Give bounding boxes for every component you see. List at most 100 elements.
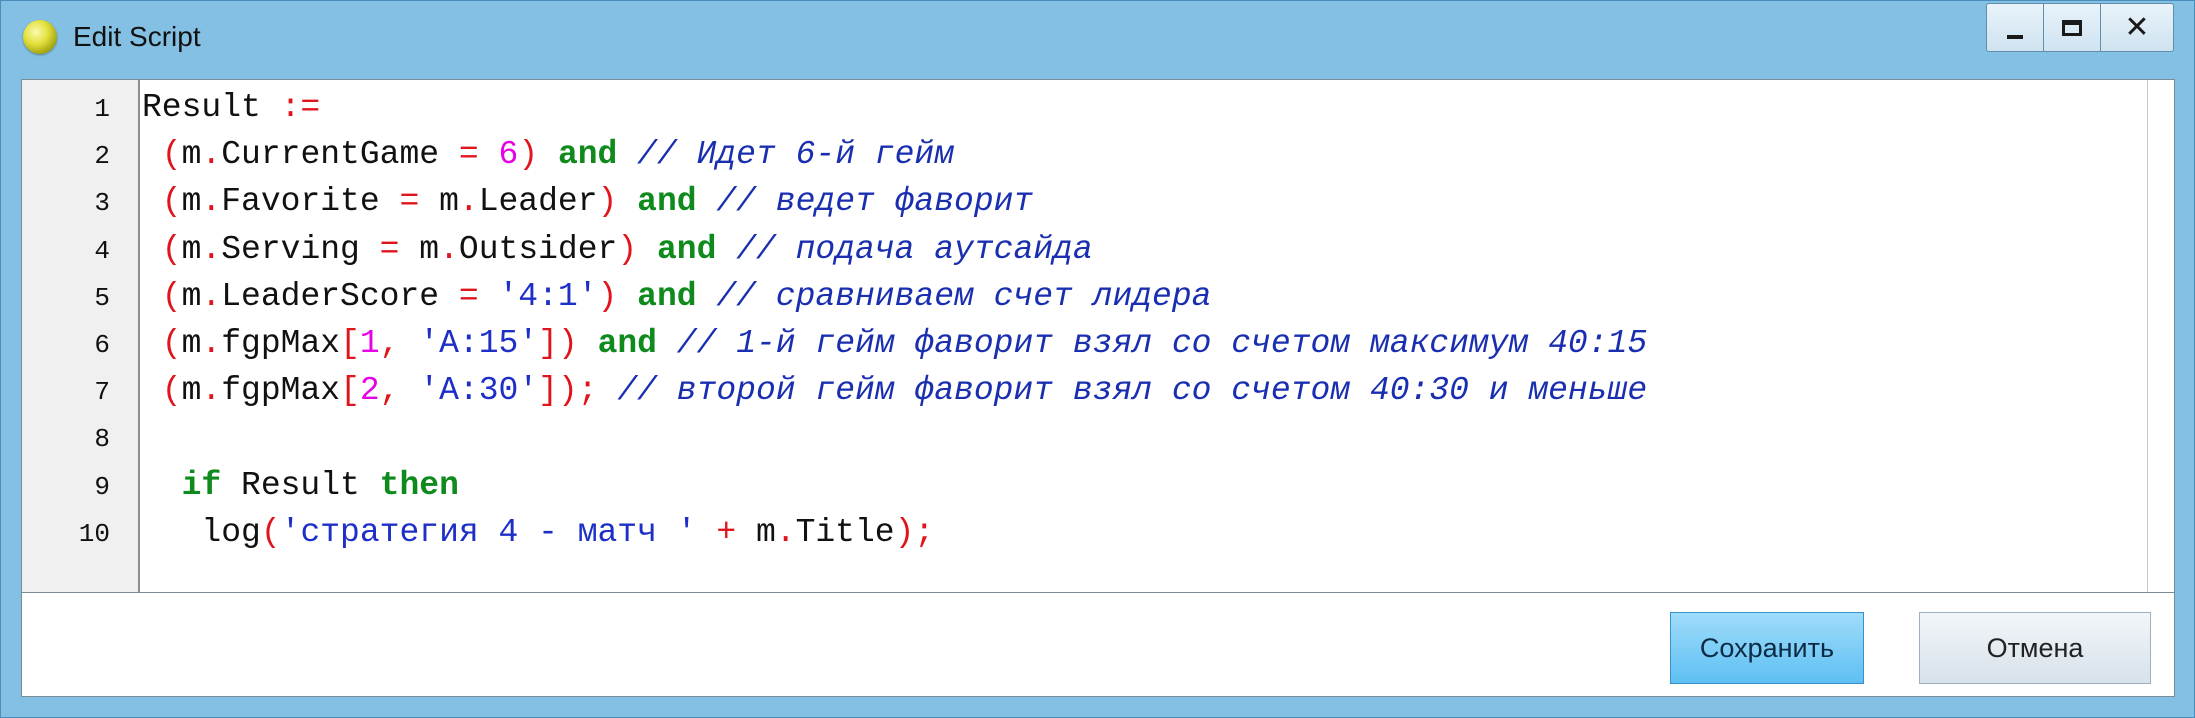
code-token: 6 — [498, 136, 519, 174]
code-token: // второй гейм фаворит взял со счетом 40… — [597, 372, 1648, 410]
code-token: [ — [340, 325, 360, 362]
code-token: = — [379, 230, 400, 268]
line-number: 9 — [94, 471, 110, 502]
code-line: log('стратегия 4 - матч ' + m.Title); — [142, 513, 934, 553]
code-line: (m.Favorite = m.Leader) and // ведет фав… — [142, 182, 1033, 222]
code-token: Title — [795, 513, 895, 551]
code-token: and — [597, 325, 657, 362]
code-token: ]); — [538, 372, 598, 410]
code-token: m — [181, 136, 202, 174]
code-token: Outsider — [458, 230, 618, 268]
code-token: ( — [142, 136, 182, 174]
code-token: ( — [142, 277, 182, 315]
code-token: 1 — [359, 325, 380, 362]
code-area[interactable]: Result := (m.CurrentGame = 6) and // Иде… — [142, 80, 2174, 592]
line-number: 1 — [94, 94, 110, 124]
minimize-button[interactable] — [1986, 3, 2044, 52]
close-button[interactable]: ✕ — [2100, 3, 2174, 52]
code-token: then — [379, 466, 459, 504]
code-token: Favorite — [221, 183, 400, 221]
code-token: // ведет фаворит — [696, 183, 1034, 221]
code-token: ]) — [538, 325, 578, 362]
code-token: ( — [142, 325, 182, 362]
code-token: = — [458, 136, 479, 174]
code-token: 'стратегия 4 - матч ' — [280, 513, 697, 551]
edit-script-window: Edit Script ✕ 1 2 3 4 5 6 7 8 9 10 Result := (m.C… — [0, 0, 2195, 718]
code-token: LeaderScore — [221, 277, 459, 315]
code-token: , — [379, 372, 400, 410]
line-number: 6 — [94, 330, 110, 360]
code-token: and — [557, 136, 618, 174]
code-token: fgpMax — [221, 372, 341, 410]
code-line: Result := — [142, 88, 320, 128]
code-token: // Идет 6-й гейм — [617, 136, 955, 174]
code-token: . — [201, 372, 222, 410]
window-title: Edit Script — [73, 21, 201, 52]
code-token: ( — [142, 372, 182, 410]
code-token: m — [419, 183, 459, 221]
code-token: ( — [142, 230, 182, 268]
code-line: (m.Serving = m.Outsider) and // подача а… — [142, 230, 1093, 270]
code-token: ) — [597, 183, 618, 221]
title-bar[interactable]: Edit Script ✕ — [1, 1, 2194, 77]
app-ball-icon — [23, 20, 57, 54]
save-button[interactable]: Сохранить — [1670, 612, 1864, 684]
code-token: = — [399, 183, 420, 221]
cancel-button[interactable]: Отмена — [1919, 612, 2151, 684]
code-token: m — [181, 183, 202, 221]
code-token: and — [637, 183, 697, 221]
code-token: '4:1' — [498, 277, 598, 315]
code-line: (m.fgpMax[1, 'A:15']) and // 1-й гейм фа… — [142, 324, 1647, 364]
button-bar: Сохранить Отмена — [21, 593, 2175, 697]
maximize-button[interactable] — [2043, 3, 2101, 52]
code-token: ( — [142, 183, 182, 221]
code-token: and — [656, 230, 717, 268]
code-token: m — [181, 372, 202, 410]
code-token: and — [637, 277, 697, 315]
line-number: 4 — [94, 235, 110, 266]
code-line: if Result then — [142, 466, 459, 506]
close-icon: ✕ — [2124, 9, 2150, 45]
code-token: . — [775, 513, 796, 551]
code-token: 'A:30' — [419, 372, 539, 410]
code-token: m — [181, 277, 202, 315]
code-line: (m.LeaderScore = '4:1') and // сравнивае… — [142, 277, 1212, 317]
code-token: Result — [142, 89, 281, 126]
line-number: 10 — [78, 518, 110, 549]
vertical-scrollbar[interactable] — [2147, 80, 2174, 592]
code-token: . — [201, 136, 222, 174]
code-token: 'A:15' — [419, 325, 539, 362]
code-token: if — [181, 466, 222, 504]
line-number: 3 — [94, 188, 110, 219]
line-number: 2 — [94, 141, 110, 172]
code-token: = — [458, 277, 479, 315]
code-token: fgpMax — [221, 325, 341, 362]
line-number: 8 — [94, 424, 110, 455]
code-token: Result — [221, 466, 380, 504]
code-token: . — [458, 183, 479, 221]
line-number: 7 — [94, 377, 110, 408]
code-token: + — [716, 513, 737, 551]
code-token: Serving — [221, 230, 380, 268]
code-line: (m.CurrentGame = 6) and // Идет 6-й гейм — [142, 135, 954, 175]
code-token: m — [736, 513, 776, 551]
code-token: , — [379, 325, 400, 362]
line-number-gutter: 1 2 3 4 5 6 7 8 9 10 — [22, 80, 140, 592]
code-token: . — [201, 230, 222, 268]
code-token: ) — [597, 277, 618, 315]
code-token: . — [439, 230, 459, 268]
code-token: m — [399, 230, 440, 268]
code-editor[interactable]: 1 2 3 4 5 6 7 8 9 10 Result := (m.CurrentGame = 6… — [21, 79, 2175, 593]
code-token: [ — [340, 372, 360, 410]
code-token: // 1-й гейм фаворит взял со счетом макси… — [656, 325, 1648, 362]
code-token: m — [181, 230, 202, 268]
